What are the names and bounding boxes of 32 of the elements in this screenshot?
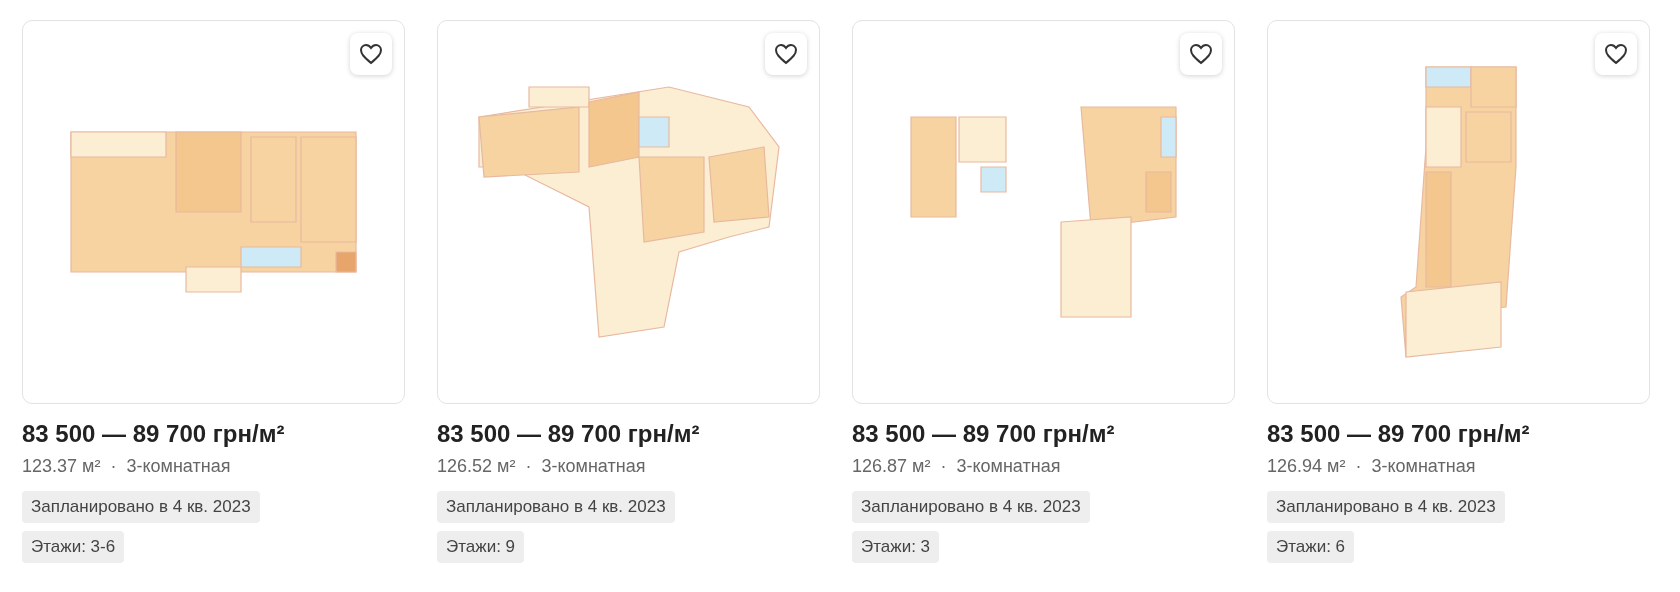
info-tag: Запланировано в 4 кв. 2023 (437, 491, 675, 523)
separator: · (525, 456, 532, 477)
info-tag: Запланировано в 4 кв. 2023 (22, 491, 260, 523)
area: 126.87 м² (852, 456, 931, 477)
info-tag: Этажи: 3 (852, 531, 940, 563)
room-count: 3-комнатная (1371, 456, 1476, 477)
price-range: 83 500 — 89 700 грн/м² (1267, 420, 1531, 448)
area: 123.37 м² (22, 456, 101, 477)
favorite-button[interactable] (1180, 33, 1222, 75)
info-tag: Запланировано в 4 кв. 2023 (1267, 491, 1505, 523)
heart-icon (1604, 43, 1628, 65)
separator: · (110, 456, 117, 477)
favorite-button[interactable] (350, 33, 392, 75)
info-tag: Этажи: 3-6 (22, 531, 125, 563)
room-count: 3-комнатная (956, 456, 1061, 477)
room-count: 3-комнатная (126, 456, 231, 477)
price-range: 83 500 — 89 700 грн/м² (437, 420, 701, 448)
heart-icon (359, 43, 383, 65)
info-tag: Этажи: 9 (437, 531, 525, 563)
separator: · (1355, 456, 1362, 477)
info-tag: Запланировано в 4 кв. 2023 (852, 491, 1090, 523)
price-range: 83 500 — 89 700 грн/м² (852, 420, 1116, 448)
area: 126.52 м² (437, 456, 516, 477)
separator: · (940, 456, 947, 477)
favorite-button[interactable] (1595, 33, 1637, 75)
info-tag: Этажи: 6 (1267, 531, 1355, 563)
room-count: 3-комнатная (541, 456, 646, 477)
heart-icon (774, 43, 798, 65)
price-range: 83 500 — 89 700 грн/м² (22, 420, 286, 448)
favorite-button[interactable] (765, 33, 807, 75)
area: 126.94 м² (1267, 456, 1346, 477)
heart-icon (1189, 43, 1213, 65)
